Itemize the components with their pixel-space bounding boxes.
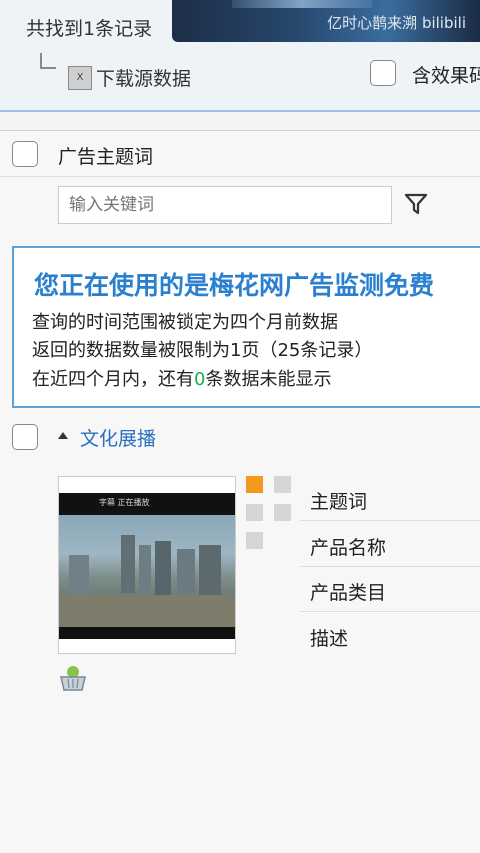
field-divider [300, 566, 480, 567]
tree-connector [40, 53, 56, 69]
notice-line-result-limit: 返回的数据数量被限制为1页（25条记录） [32, 340, 373, 361]
basket-icon[interactable] [58, 664, 88, 692]
hidden-count-suffix: 条数据未能显示 [205, 369, 332, 390]
watermark-text: 亿时心鹊来溯 bilibili [327, 14, 466, 32]
category-label[interactable]: 文化展播 [80, 424, 156, 451]
select-all-checkbox[interactable] [12, 141, 38, 167]
field-product-name-label: 产品名称 [310, 537, 387, 559]
thumbnail-caption: 字幕 正在播放 [99, 498, 150, 507]
status-swatch-gray-3 [274, 504, 291, 521]
field-divider [300, 520, 480, 521]
banner-highlight [232, 0, 372, 8]
notice-line-hidden-count: 在近四个月内，还有0条数据未能显示 [32, 365, 331, 391]
filter-icon[interactable] [404, 192, 428, 216]
effect-code-checkbox[interactable] [370, 60, 396, 86]
hidden-count-prefix: 在近四个月内，还有 [32, 369, 194, 390]
status-swatch-gray-1 [274, 476, 291, 493]
notice-title: 您正在使用的是梅花网广告监测免费 [34, 271, 435, 300]
download-source-data-link[interactable]: 下载源数据 [96, 64, 191, 91]
category-checkbox[interactable] [12, 424, 38, 450]
field-divider [300, 611, 480, 612]
field-keyword-label: 主题词 [310, 491, 368, 513]
collapse-triangle-icon[interactable] [58, 432, 68, 439]
keyword-search-input[interactable] [58, 186, 392, 224]
notice-line-time-range: 查询的时间范围被锁定为四个月前数据 [32, 312, 338, 333]
free-version-notice: 您正在使用的是梅花网广告监测免费 查询的时间范围被锁定为四个月前数据 返回的数据… [12, 246, 480, 408]
video-banner: 亿时心鹊来溯 bilibili [172, 0, 480, 42]
field-description-label: 描述 [310, 628, 349, 650]
hidden-count-value: 0 [194, 369, 206, 390]
field-product-category-label: 产品类目 [310, 582, 387, 604]
status-swatch-gray-4 [246, 532, 263, 549]
excel-icon[interactable]: X [68, 66, 92, 90]
status-swatch-gray-2 [246, 504, 263, 521]
result-count-text: 共找到1条记录 [26, 18, 153, 40]
thumbnail-scene [59, 515, 235, 627]
ad-thumbnail[interactable]: 字幕 正在播放 [58, 476, 236, 654]
thumbnail-frame: 字幕 正在播放 [59, 493, 235, 639]
column-title-keyword: 广告主题词 [58, 146, 154, 168]
effect-code-label: 含效果码 [412, 65, 480, 87]
status-swatch-orange [246, 476, 263, 493]
